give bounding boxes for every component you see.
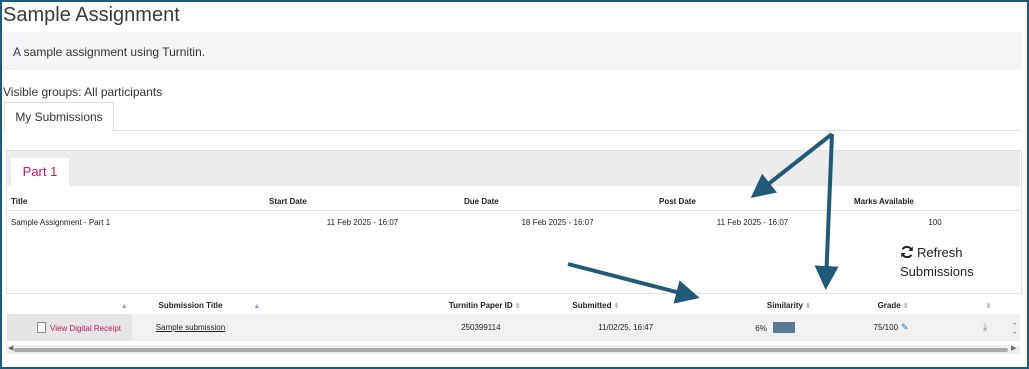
header-grade[interactable]: Grade ⬍	[815, 296, 913, 314]
pencil-icon[interactable]: ✎	[901, 322, 909, 333]
info-start-date: 11 Feb 2025 - 16:07	[265, 210, 460, 233]
info-row: Sample Assignment - Part 1 11 Feb 2025 -…	[7, 210, 1020, 233]
info-title: Sample Assignment - Part 1	[7, 210, 265, 233]
download-cell: ⤓	[912, 314, 996, 341]
tab-part-1[interactable]: Part 1	[11, 158, 69, 186]
view-digital-receipt-link[interactable]: View Digital Receipt	[50, 324, 121, 333]
scroll-right-icon[interactable]: ▶	[1011, 344, 1016, 352]
assignment-description: A sample assignment using Turnitin.	[13, 45, 206, 59]
submitted-label: Submitted	[572, 300, 612, 310]
header-paper-id[interactable]: Turnitin Paper ID ⬍	[337, 296, 525, 314]
similarity-label: Similarity	[766, 300, 803, 310]
header-title: Title	[7, 192, 265, 211]
paper-id-label: Turnitin Paper ID	[448, 300, 513, 310]
sort-icon: ⬍	[804, 302, 811, 310]
header-start-date: Start Date	[265, 192, 460, 211]
sort-icon: ⬍	[902, 302, 909, 310]
sort-up-icon: ▲	[253, 302, 261, 310]
info-due-date: 18 Feb 2025 - 16:07	[460, 210, 655, 233]
tab-my-submissions[interactable]: My Submissions	[4, 102, 114, 131]
visible-groups-label: Visible groups: All participants	[3, 85, 163, 99]
header-similarity[interactable]: Similarity ⬍	[667, 296, 815, 314]
info-marks-available: 100	[850, 210, 1020, 233]
sort-receipt-column[interactable]: ▲	[7, 296, 132, 314]
download-icon[interactable]: ⤓	[983, 322, 987, 333]
grade-label: Grade	[877, 300, 901, 310]
header-marks-available: Marks Available	[850, 192, 1020, 211]
table-row: View Digital Receipt Sample submission 2…	[7, 314, 1020, 341]
refresh-label-line2: Submissions	[900, 264, 974, 279]
info-header-row: Title Start Date Due Date Post Date Mark…	[7, 192, 1020, 211]
part-tab-bar	[7, 151, 1020, 186]
submissions-header-row: ▲ Submission Title ▲ Turnitin Paper ID ⬍ …	[7, 296, 1020, 314]
similarity-score: 6%	[755, 324, 767, 333]
scroll-left-icon[interactable]: ◀	[8, 344, 13, 352]
header-post-date: Post Date	[655, 192, 850, 211]
sort-icon: ⬍	[613, 302, 620, 310]
header-submission-title[interactable]: Submission Title	[132, 296, 250, 314]
empty-cell	[249, 314, 338, 341]
tab-divider	[112, 130, 1020, 131]
submission-title-label: Submission Title	[158, 300, 223, 310]
grade-cell: 75/100 ✎	[814, 314, 913, 341]
sort-up-icon: ▲	[120, 302, 128, 310]
receipt-cell: View Digital Receipt	[7, 314, 132, 341]
refresh-icon	[900, 245, 914, 259]
header-due-date: Due Date	[460, 192, 655, 211]
submission-title-link[interactable]: Sample submission	[156, 323, 225, 332]
refresh-label-line1: Refresh	[917, 245, 963, 260]
header-submitted[interactable]: Submitted ⬍	[525, 296, 668, 314]
submissions-table: ▲ Submission Title ▲ Turnitin Paper ID ⬍ …	[7, 296, 1020, 341]
submitted-cell: 11/02/25, 16:47	[524, 314, 668, 341]
paper-id-cell: 250399114	[337, 314, 525, 341]
sort-icon: ⬍	[985, 302, 992, 310]
similarity-bar[interactable]	[772, 322, 795, 333]
extra-cell: --	[995, 314, 1020, 341]
header-download[interactable]: ⬍	[913, 296, 996, 314]
scrollbar-thumb[interactable]	[14, 348, 1008, 352]
similarity-cell[interactable]: 6%	[667, 314, 815, 341]
sort-title-column[interactable]: ▲	[249, 296, 337, 314]
sort-icon: ⬍	[514, 302, 521, 310]
submission-title-cell: Sample submission	[131, 314, 250, 341]
document-icon	[37, 322, 46, 333]
page-title: Sample Assignment	[3, 4, 180, 26]
info-post-date: 11 Feb 2025 - 16:07	[655, 210, 850, 233]
assignment-info-table: Title Start Date Due Date Post Date Mark…	[7, 192, 1020, 233]
refresh-submissions-button[interactable]: Refresh Submissions	[900, 243, 974, 281]
header-extra	[995, 296, 1020, 314]
grade-value: 75/100	[873, 323, 899, 332]
